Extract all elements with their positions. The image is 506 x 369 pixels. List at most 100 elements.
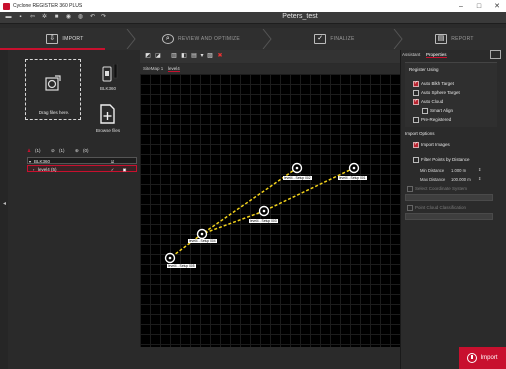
link-tab-icon[interactable]: ⊘ (51, 148, 55, 154)
image-icon[interactable]: ▣ (122, 167, 127, 172)
viewport-footer (140, 347, 400, 369)
import-button-label: Import (480, 355, 498, 361)
smart-align-option[interactable]: Smart Align (422, 108, 453, 114)
link-tool-icon[interactable]: ◪ (154, 52, 162, 60)
auto-cloud-option[interactable]: Auto Cloud (413, 98, 443, 105)
tab-level4[interactable]: level4 (168, 66, 180, 72)
globe-icon[interactable]: ◉ (65, 14, 72, 21)
import-images-option[interactable]: Import Images (413, 141, 450, 148)
save-icon[interactable]: ▪ (17, 14, 24, 21)
checkbox-icon[interactable] (413, 90, 419, 96)
coordinate-system-select[interactable] (405, 194, 493, 201)
option-label: Point Cloud Classification (415, 205, 467, 210)
layers-icon[interactable]: ■ (53, 14, 60, 21)
setup-node[interactable] (258, 205, 270, 217)
spinner-icon[interactable]: ⇕ (478, 167, 482, 172)
settings-icon[interactable]: ✲ (41, 14, 48, 21)
filter-points-option[interactable]: Filter Points by Distance (413, 157, 470, 163)
left-splitter[interactable] (0, 50, 8, 369)
layer-view-icon[interactable]: ▤ (190, 52, 198, 60)
dropdown-chevron-icon[interactable]: ▾ (198, 52, 206, 60)
checkbox-icon[interactable]: ☑ (110, 159, 115, 164)
drop-files-icon (45, 75, 61, 91)
help-icon[interactable]: ◍ (77, 14, 84, 21)
maximize-button[interactable]: □ (470, 3, 488, 10)
setup-node[interactable] (348, 162, 360, 174)
report-icon: ▤ (435, 34, 448, 44)
minimize-button[interactable]: – (452, 3, 470, 10)
checkbox-checked-icon[interactable] (413, 98, 419, 105)
delete-tool-icon[interactable]: ✖ (216, 52, 224, 60)
tab-review-label: REVIEW AND OPTIMIZE (177, 36, 241, 42)
setup-link-graph (164, 162, 360, 264)
rotate-view-icon[interactable]: ◧ (180, 52, 188, 60)
tab-properties[interactable]: Properties (426, 52, 447, 58)
select-tool-icon[interactable]: ◩ (144, 52, 152, 60)
tree-tab-bar: ♟ (1) ⊘ (1) ⊛ (0) (27, 147, 137, 156)
point-cloud-select[interactable] (405, 213, 493, 220)
checkbox-icon[interactable] (407, 205, 413, 211)
setup-label: level4 - Setup 003 (249, 219, 278, 223)
target-tab-icon[interactable]: ⊛ (75, 148, 79, 154)
expand-panel-icon[interactable] (490, 50, 501, 59)
checkbox-icon[interactable] (413, 117, 419, 123)
option-label: Pre-Registered (421, 117, 452, 122)
expand-arrow-icon[interactable]: › (33, 166, 34, 173)
checkmark-icon[interactable]: ✓ (110, 167, 115, 172)
tab-report-label: REPORT (451, 36, 474, 42)
scanner-tab-icon[interactable]: ♟ (27, 148, 31, 154)
scanner-icon (102, 64, 118, 82)
tab-import[interactable]: ⇩ IMPORT (0, 28, 130, 50)
tab-assistant[interactable]: Assistant (402, 52, 420, 57)
tree-tab-count-2[interactable]: (1) (59, 148, 65, 153)
redo-icon[interactable]: ↷ (100, 14, 107, 21)
select-coordinate-system-option[interactable]: Select Coordinate System (407, 186, 468, 192)
fit-view-icon[interactable]: ▨ (206, 52, 214, 60)
checkbox-icon[interactable] (413, 157, 419, 163)
app-logo-icon (3, 2, 10, 10)
folder-icon[interactable]: ▬ (5, 14, 12, 21)
file-drop-zone[interactable]: Drag files here. (25, 59, 81, 120)
tree-row-level4[interactable]: › level4 (5) ✓ ▣ (27, 165, 137, 172)
tab-report[interactable]: ▤ REPORT (403, 28, 506, 50)
checkbox-icon[interactable] (407, 186, 413, 192)
point-cloud-classification-option[interactable]: Point Cloud Classification (407, 205, 467, 211)
checkbox-checked-icon[interactable] (413, 80, 419, 87)
sitemap-viewport[interactable]: level4 - Setup 002 level4 - Setup 001 le… (140, 74, 402, 347)
expand-arrow-icon[interactable]: ▾ (29, 158, 31, 165)
app-window: Cyclone REGISTER 360 PLUS – □ ✕ ▬ ▪ ⇦ ✲ … (0, 0, 506, 369)
tree-tab-count-1[interactable]: (1) (35, 148, 41, 153)
grid-view-icon[interactable]: ▥ (170, 52, 178, 60)
collapse-arrow-icon[interactable]: ◂ (3, 200, 7, 208)
option-label: Select Coordinate System (415, 186, 468, 191)
auto-blkh-target-option[interactable]: Auto Blkh Target (413, 80, 454, 87)
checkbox-icon[interactable] (422, 108, 428, 114)
browse-files-button[interactable]: Browse files (92, 104, 124, 136)
review-icon: ⌕ (161, 34, 174, 44)
chevron-right-icon (393, 29, 403, 49)
min-distance-input[interactable]: 1.000 m (451, 168, 466, 173)
auto-sphere-target-option[interactable]: Auto Sphere Target (413, 90, 460, 96)
blk360-device-button[interactable]: BLK360 (95, 64, 121, 94)
undo-icon[interactable]: ↶ (89, 14, 96, 21)
tab-sitemap[interactable]: SiteMap 1 (143, 66, 163, 71)
tab-finalize[interactable]: ✓ FINALIZE (272, 28, 397, 50)
setup-node[interactable] (196, 228, 208, 240)
import-button[interactable]: Import (459, 347, 506, 369)
setup-label: level4 - Setup 002 (283, 176, 312, 180)
export-icon[interactable]: ⇦ (29, 14, 36, 21)
tree-tab-count-3[interactable]: (0) (83, 148, 89, 153)
pre-registered-option[interactable]: Pre-Registered (413, 117, 452, 123)
close-button[interactable]: ✕ (488, 2, 506, 10)
setup-node[interactable] (291, 162, 303, 174)
tree-row-blk360[interactable]: ▾ BLK360 ☑ (27, 157, 137, 164)
workflow-bar: ⇩ IMPORT ⌕ REVIEW AND OPTIMIZE ✓ FINALIZ… (0, 28, 506, 50)
checkbox-checked-icon[interactable] (413, 141, 419, 148)
setup-node[interactable] (164, 252, 176, 264)
register-using-title: Register Using (409, 67, 439, 72)
viewport-toolbar: ◩ ◪ ▥ ◧ ▤ ▾ ▨ ✖ (140, 50, 400, 63)
tab-review-optimize[interactable]: ⌕ REVIEW AND OPTIMIZE (136, 28, 266, 50)
viewport-tabs: SiteMap 1 level4 (140, 64, 400, 74)
max-distance-input[interactable]: 100.000 m (451, 177, 471, 182)
spinner-icon[interactable]: ⇕ (478, 176, 482, 181)
